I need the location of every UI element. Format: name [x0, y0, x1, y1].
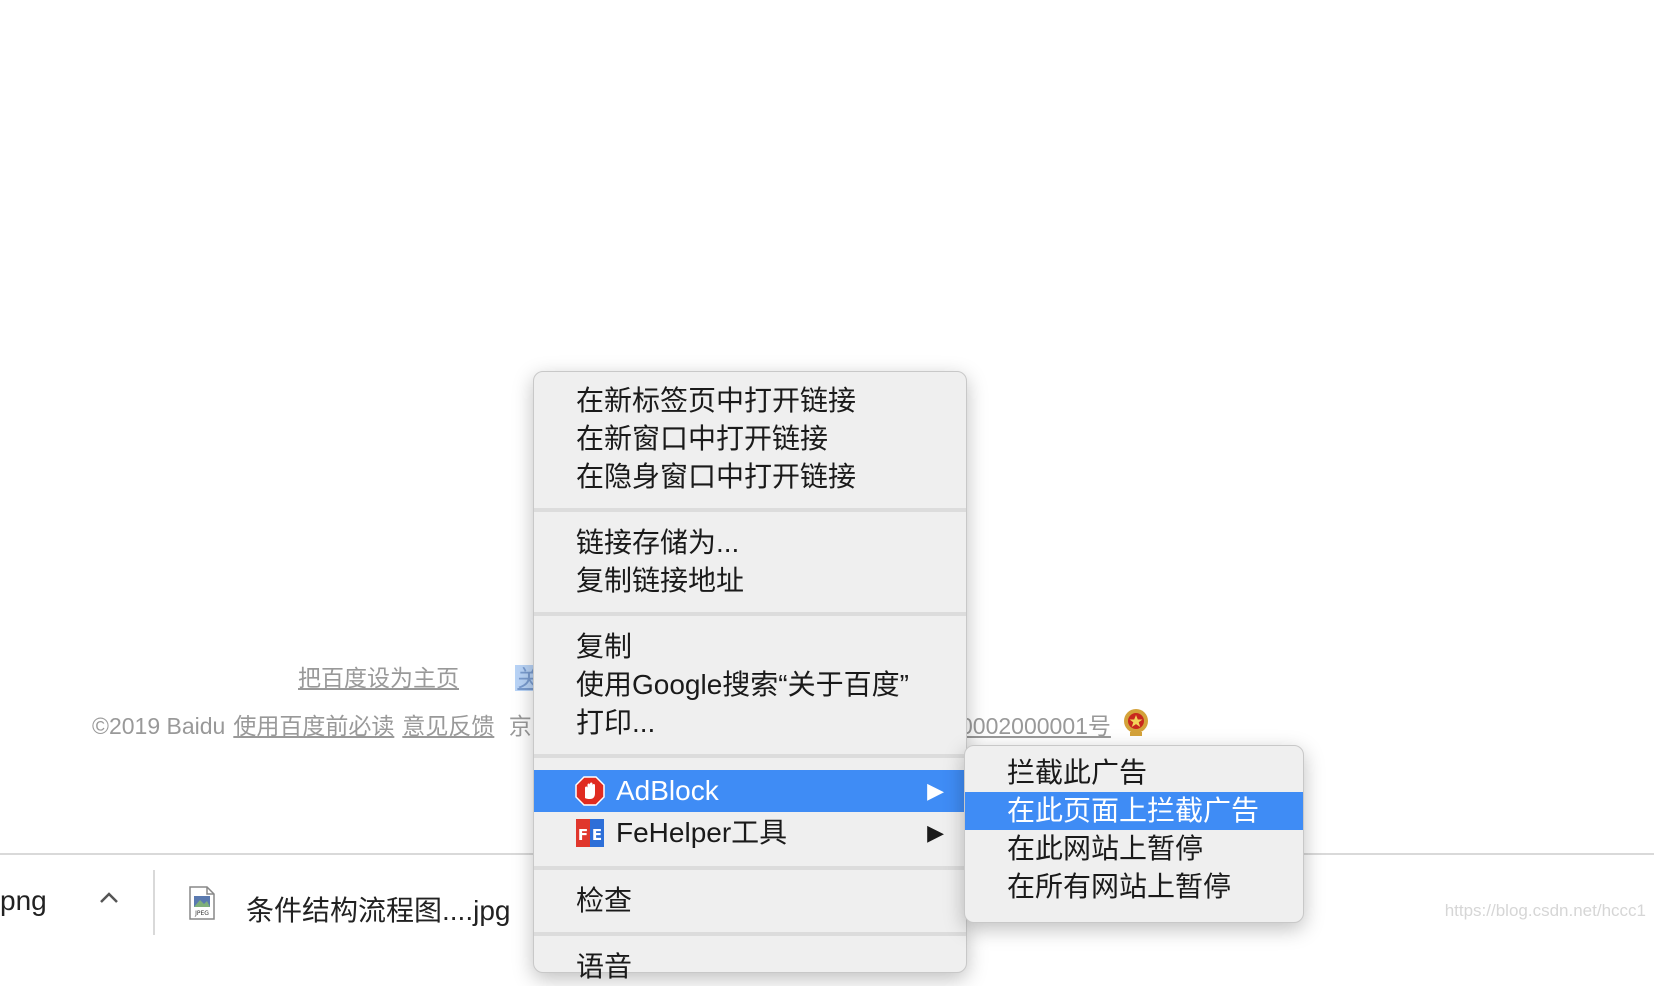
- police-badge-icon: [1124, 709, 1148, 736]
- adblock-submenu: 拦截此广告 在此页面上拦截广告 在此网站上暂停 在所有网站上暂停: [964, 745, 1304, 923]
- menu-item-search-google[interactable]: 使用Google搜索“关于百度”: [534, 666, 966, 704]
- jpeg-file-icon: JPEG: [189, 886, 215, 920]
- must-read-link[interactable]: 使用百度前必读: [233, 713, 394, 739]
- watermark: https://blog.csdn.net/hccc1: [1444, 901, 1646, 920]
- copyright-text: ©2019 Baidu: [92, 713, 226, 739]
- submenu-item-pause-all-sites[interactable]: 在所有网站上暂停: [965, 868, 1303, 906]
- copyright-line: ©2019 Baidu 使用百度前必读 意见反馈 京: [92, 707, 532, 741]
- svg-text:F: F: [578, 826, 588, 844]
- file-type-label: JPEG: [194, 910, 209, 917]
- menu-item-open-new-window[interactable]: 在新窗口中打开链接: [534, 420, 966, 458]
- submenu-item-pause-on-site[interactable]: 在此网站上暂停: [965, 830, 1303, 868]
- icp-license: 0002000001号: [960, 707, 1111, 741]
- submenu-arrow-icon: ▶: [927, 778, 944, 803]
- menu-item-print[interactable]: 打印...: [534, 704, 966, 742]
- download-divider: [153, 870, 155, 935]
- download-item-1[interactable]: png: [0, 885, 47, 917]
- submenu-arrow-icon: ▶: [927, 820, 944, 845]
- svg-text:E: E: [592, 826, 602, 844]
- download-item-2[interactable]: 条件结构流程图....jpg: [246, 889, 510, 929]
- icp-link[interactable]: 0002000001号: [960, 713, 1111, 739]
- menu-item-speech-cutoff[interactable]: 语音: [534, 948, 966, 986]
- menu-separator: [534, 754, 966, 758]
- feedback-link[interactable]: 意见反馈: [402, 713, 494, 739]
- menu-item-save-link-as[interactable]: 链接存储为...: [534, 524, 966, 562]
- submenu-item-block-this-ad[interactable]: 拦截此广告: [965, 754, 1303, 792]
- menu-item-inspect[interactable]: 检查: [534, 882, 966, 920]
- menu-item-copy[interactable]: 复制: [534, 628, 966, 666]
- menu-separator: [534, 612, 966, 616]
- set-homepage-link[interactable]: 把百度设为主页: [298, 665, 459, 691]
- menu-item-open-incognito[interactable]: 在隐身窗口中打开链接: [534, 458, 966, 496]
- menu-separator: [534, 866, 966, 870]
- chevron-up-icon[interactable]: [96, 885, 122, 911]
- menu-item-fehelper[interactable]: F E FeHelper工具 ▶: [534, 812, 966, 854]
- context-menu: 在新标签页中打开链接 在新窗口中打开链接 在隐身窗口中打开链接 链接存储为...…: [533, 371, 967, 982]
- footer-links: 把百度设为主页 关: [298, 659, 543, 693]
- submenu-item-block-ad-on-page[interactable]: 在此页面上拦截广告: [965, 792, 1303, 830]
- fehelper-label: FeHelper工具: [616, 817, 788, 848]
- menu-item-adblock[interactable]: AdBlock ▶: [534, 770, 966, 812]
- menu-separator: [534, 508, 966, 512]
- fehelper-icon: F E: [576, 819, 604, 847]
- menu-item-open-new-tab[interactable]: 在新标签页中打开链接: [534, 382, 966, 420]
- icp-text-start: 京: [508, 713, 532, 739]
- adblock-hand-icon: [575, 776, 605, 806]
- menu-item-copy-link-address[interactable]: 复制链接地址: [534, 562, 966, 600]
